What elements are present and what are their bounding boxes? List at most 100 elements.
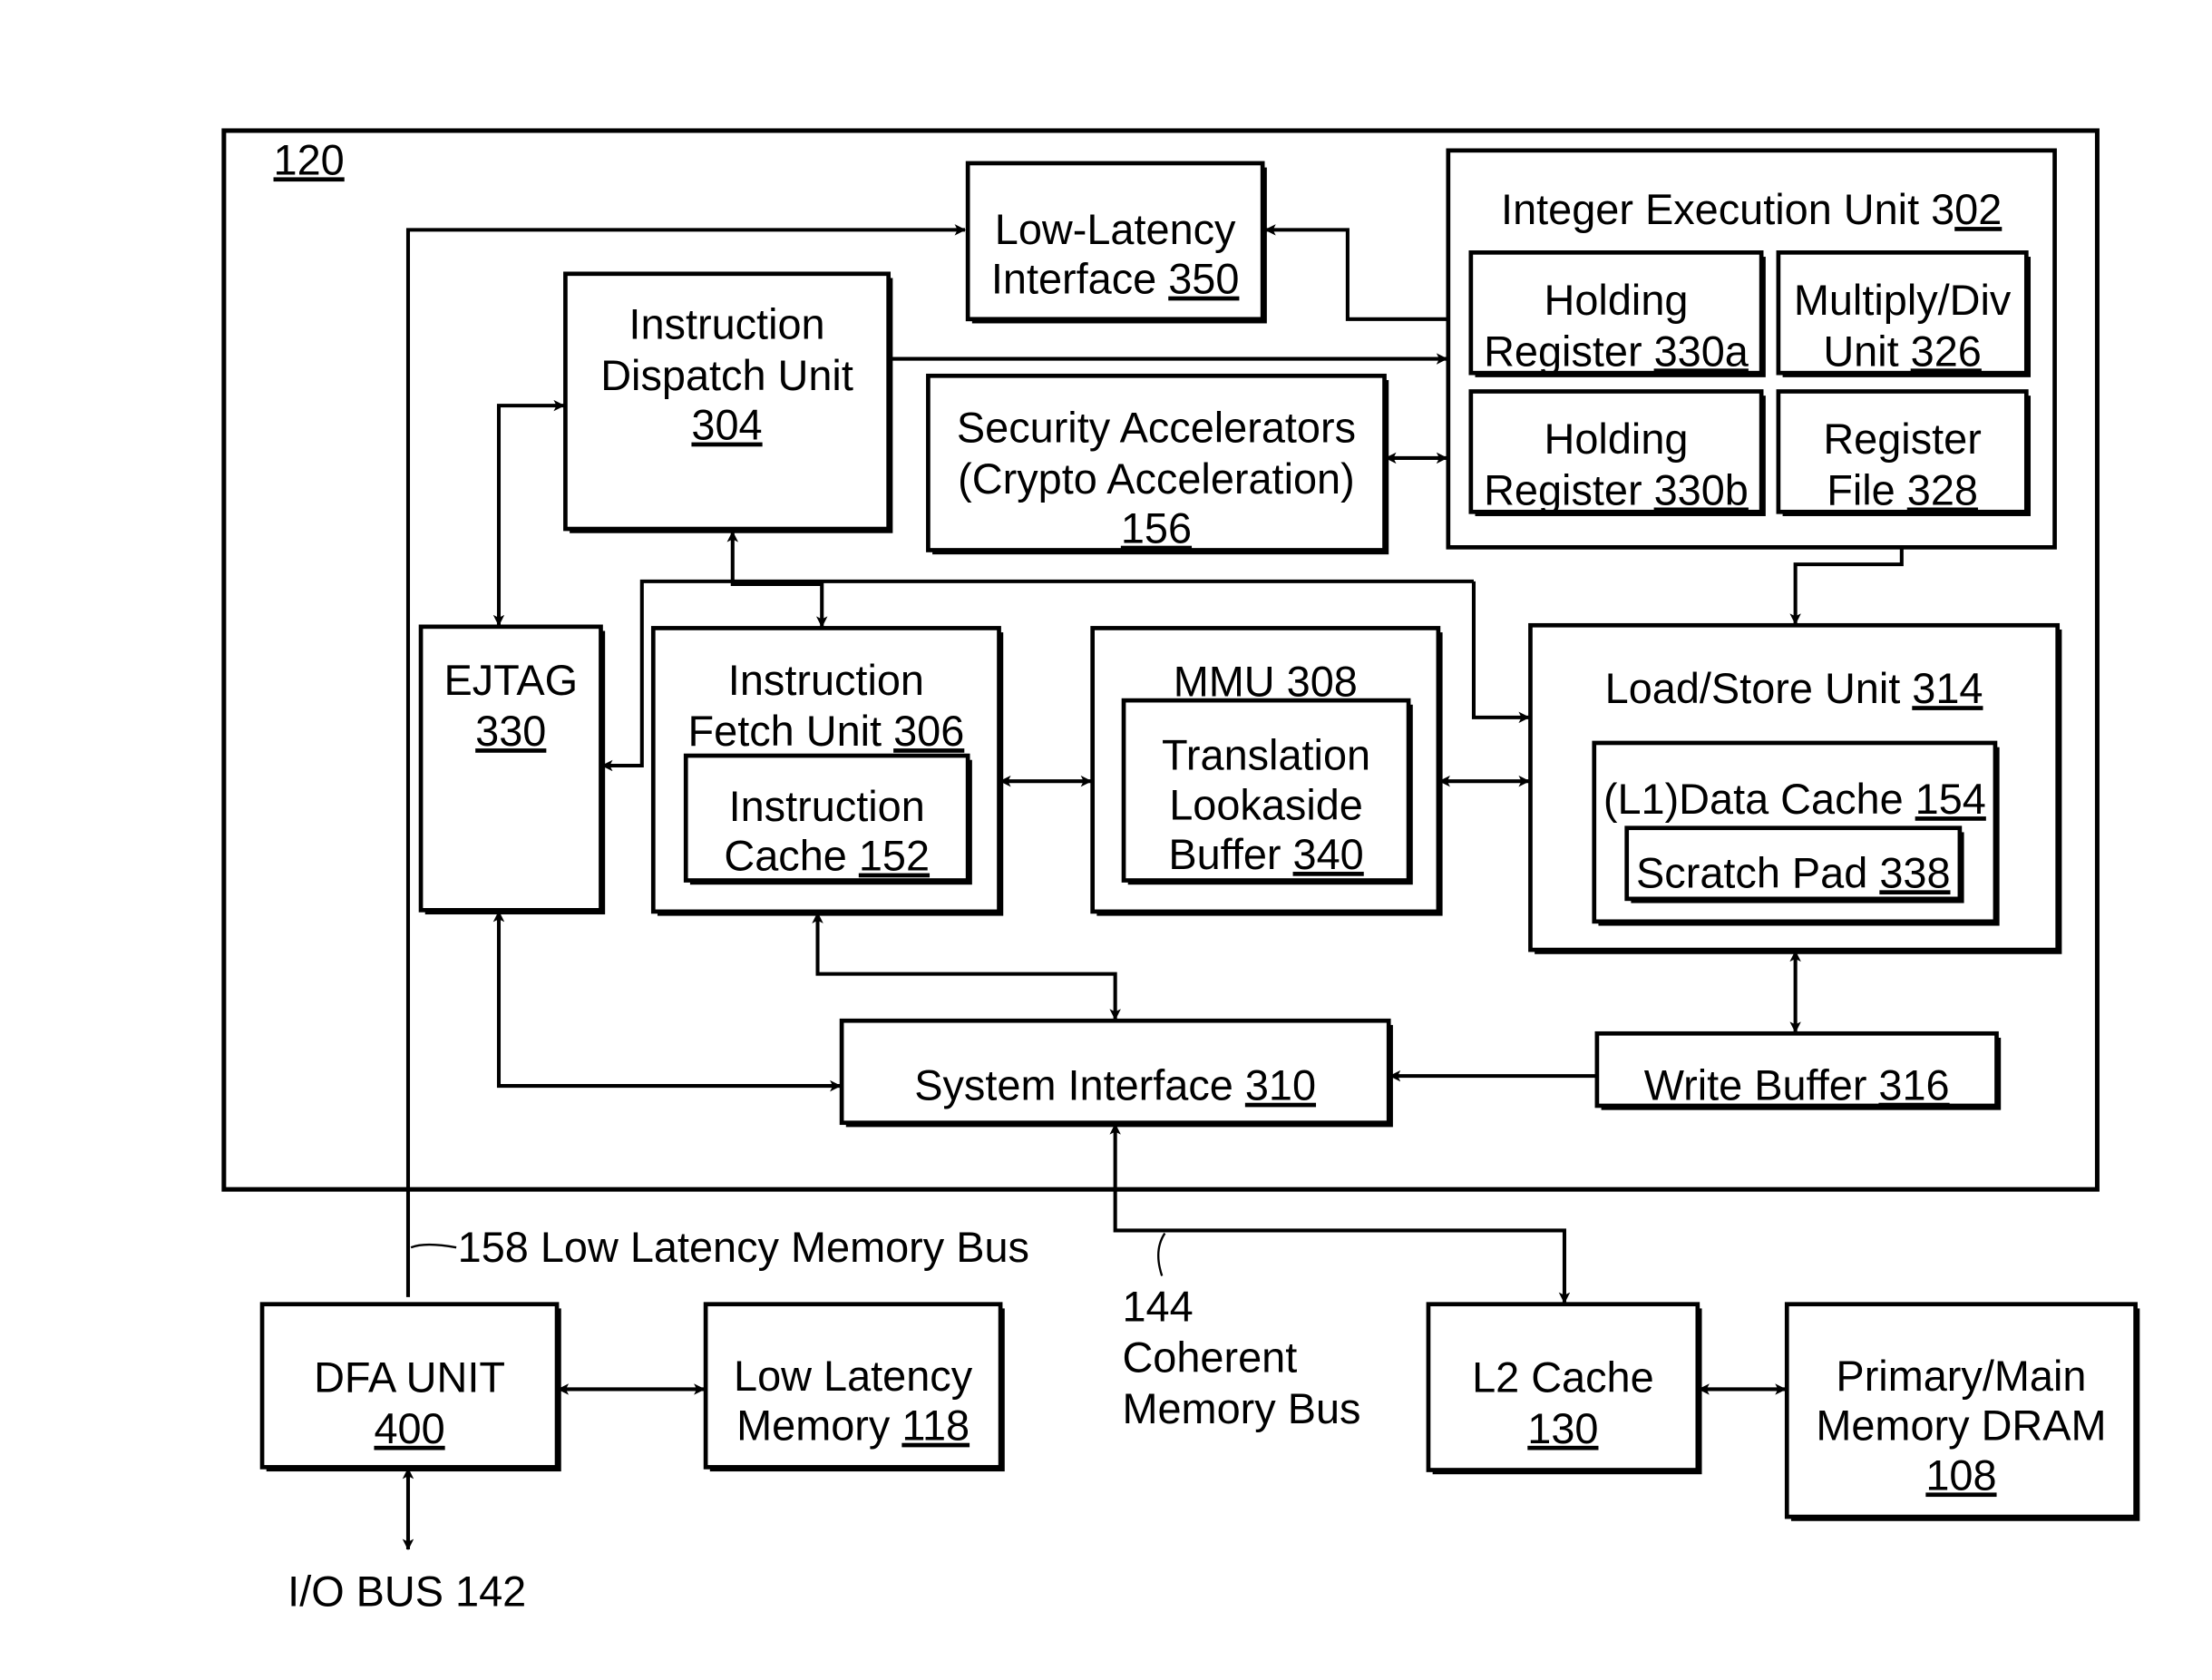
instruction-cache-label-line: Instruction <box>729 783 925 830</box>
processor-core-ref-label: 120 <box>274 136 345 183</box>
instruction-cache-ref-number: 152 <box>859 833 930 880</box>
main-memory-dram-block: Primary/MainMemory DRAM108 <box>1784 1302 2140 1521</box>
fetch-to-system-interface-wire <box>812 912 1121 1021</box>
main-memory-dram-label-text: Memory DRAM <box>1816 1402 2106 1450</box>
lli-to-holding-register-a-wire <box>1264 224 1471 326</box>
holding-register-a-label-text: Register <box>1484 327 1654 375</box>
l1-data-cache-ref-number: 154 <box>1915 776 1986 823</box>
l2-cache-label-line: 130 <box>1527 1405 1598 1452</box>
system-interface-label-line: System Interface 310 <box>914 1062 1316 1109</box>
dfa-unit-block: DFA UNIT400 <box>259 1302 561 1472</box>
multiply-div-unit-label-text: Multiply/Div <box>1794 277 2012 324</box>
instruction-fetch-unit-label-text: Instruction <box>728 657 924 704</box>
translation-lookaside-buffer-label-line: Translation <box>1162 732 1370 779</box>
ejtag-to-system-interface-wire <box>492 910 842 1092</box>
ejtag-block: EJTAG330 <box>418 624 606 915</box>
write-buffer-block: Write Buffer 316 <box>1594 1030 2002 1110</box>
register-file-label-line: Register <box>1823 415 1982 463</box>
ejtag-ref-number: 330 <box>475 708 546 755</box>
ejtag-label-line: EJTAG <box>443 657 578 704</box>
security-accelerators-block: Security Accelerators(Crypto Acceleratio… <box>926 373 1389 555</box>
holding-register-b-ref-number: 330b <box>1654 466 1749 513</box>
low-latency-memory-block: Low LatencyMemory 118 <box>703 1302 1005 1472</box>
l2-cache-block: L2 Cache130 <box>1426 1302 1702 1475</box>
multiply-div-unit-label-line: Unit 326 <box>1823 327 1982 375</box>
low-latency-interface-label-text: Low-Latency <box>995 206 1236 253</box>
l2-cache-label-text: L2 Cache <box>1472 1354 1654 1402</box>
holding-register-b-label-line: Register 330b <box>1484 466 1749 513</box>
dispatch-to-fetch-wire <box>726 531 828 628</box>
main-memory-dram-label-line: Primary/Main <box>1836 1353 2086 1400</box>
instruction-dispatch-unit-label-line: Dispatch Unit <box>600 352 853 399</box>
holding-register-a-label-line: Holding <box>1545 277 1689 324</box>
low-latency-memory-label-line: Low Latency <box>734 1353 973 1400</box>
l1-data-cache-label-text: (L1)Data Cache <box>1603 776 1915 823</box>
holding-register-b-label-text: Register <box>1484 466 1654 513</box>
instruction-cache-block: InstructionCache 152 <box>683 753 972 885</box>
ejtag-label-line: 330 <box>475 708 546 755</box>
mmu-ref-number: 308 <box>1287 658 1358 705</box>
translation-lookaside-buffer-label-line: Buffer 340 <box>1168 831 1363 878</box>
integer-execution-unit-label-text: Integer Execution Unit 3 <box>1501 186 1954 233</box>
translation-lookaside-buffer-ref-number: 340 <box>1293 831 1364 878</box>
instruction-fetch-unit-label-text: Fetch Unit <box>688 708 894 755</box>
l2-cache-label-line: L2 Cache <box>1472 1354 1654 1402</box>
instruction-cache-label-text: Instruction <box>729 783 925 830</box>
write-buffer-ref-number: 316 <box>1878 1062 1949 1109</box>
security-accelerators-label-line: Security Accelerators <box>957 405 1356 452</box>
system-interface-ref-number: 310 <box>1245 1062 1316 1109</box>
holding-register-b-block: HoldingRegister 330b <box>1468 389 1766 516</box>
main-memory-dram-ref-number: 108 <box>1925 1451 1996 1499</box>
scratch-pad-ref-number: 338 <box>1879 849 1950 896</box>
scratch-pad-label-text: Scratch Pad <box>1636 849 1879 896</box>
translation-lookaside-buffer-label-text: Translation <box>1162 732 1370 779</box>
security-accelerators-label-line: (Crypto Acceleration) <box>958 455 1355 503</box>
integer-execution-unit-label-line: Integer Execution Unit 302 <box>1501 186 2002 233</box>
system-interface-label-text: System Interface <box>914 1062 1245 1109</box>
instruction-cache-label-text: Cache <box>724 833 858 880</box>
coherent-memory-bus-label: Coherent <box>1122 1334 1297 1382</box>
holding-register-a-ref-number: 330a <box>1654 327 1749 375</box>
l1-data-cache-label-line: (L1)Data Cache 154 <box>1603 776 1986 823</box>
instruction-dispatch-unit-ref-number: 304 <box>691 402 762 449</box>
instruction-fetch-unit-label-line: Instruction <box>728 657 924 704</box>
functional-blocks: Low-LatencyInterface 350 Integer Executio… <box>259 148 2140 1521</box>
low-latency-interface-label-line: Low-Latency <box>995 206 1236 253</box>
low-latency-interface-ref-number: 350 <box>1168 256 1239 303</box>
low-latency-interface-label-text: Interface <box>991 256 1168 303</box>
instruction-dispatch-unit-label-text: Instruction <box>629 301 824 348</box>
translation-lookaside-buffer-label-line: Lookaside <box>1169 781 1363 828</box>
bus-to-load-store-wire <box>1471 581 1530 724</box>
instruction-cache-label-line: Cache 152 <box>724 833 930 880</box>
multiply-div-unit-ref-number: 326 <box>1911 327 1982 375</box>
register-file-label-line: File 328 <box>1827 466 1978 513</box>
load-store-unit-ref-number: 314 <box>1912 665 1983 712</box>
coherent-memory-bus-label: 144 <box>1122 1283 1193 1330</box>
load-store-unit-label-line: Load/Store Unit 314 <box>1605 665 1983 712</box>
mmu-label-line: MMU 308 <box>1174 658 1358 705</box>
multiply-div-unit-block: Multiply/DivUnit 326 <box>1776 250 2032 377</box>
low-latency-interface-block: Low-LatencyInterface 350 <box>965 161 1267 324</box>
coherent-memory-bus-label: Memory Bus <box>1122 1385 1360 1432</box>
holding-register-b-label-line: Holding <box>1545 415 1689 463</box>
low-latency-memory-label-line: Memory 118 <box>736 1402 970 1450</box>
low-latency-memory-label-text: Low Latency <box>734 1353 973 1400</box>
main-memory-dram-label-text: Primary/Main <box>1836 1353 2086 1400</box>
translation-lookaside-buffer-label-text: Lookaside <box>1169 781 1363 828</box>
write-buffer-label-text: Write Buffer <box>1644 1062 1879 1109</box>
holding-register-a-block: HoldingRegister 330a <box>1468 250 1766 377</box>
instruction-dispatch-unit-label-line: 304 <box>691 402 762 449</box>
dfa-unit-label-line: 400 <box>374 1405 444 1452</box>
low-latency-interface-label-line: Interface 350 <box>991 256 1240 303</box>
instruction-fetch-unit-ref-number: 306 <box>893 708 964 755</box>
security-accelerators-ref-number: 156 <box>1121 505 1192 552</box>
security-accelerators-label-line: 156 <box>1121 505 1192 552</box>
instruction-fetch-unit-label-line: Fetch Unit 306 <box>688 708 965 755</box>
register-file-label-text: Register <box>1823 415 1982 463</box>
register-file-ref-number: 328 <box>1907 466 1978 513</box>
holding-register-a-label-line: Register 330a <box>1484 327 1749 375</box>
instruction-dispatch-unit-label-text: Dispatch Unit <box>600 352 853 399</box>
low-latency-memory-bus-label: 158 Low Latency Memory Bus <box>458 1224 1029 1271</box>
low-latency-memory-label-text: Memory <box>736 1402 901 1450</box>
coherent-bus-leader-line <box>1157 1232 1166 1276</box>
